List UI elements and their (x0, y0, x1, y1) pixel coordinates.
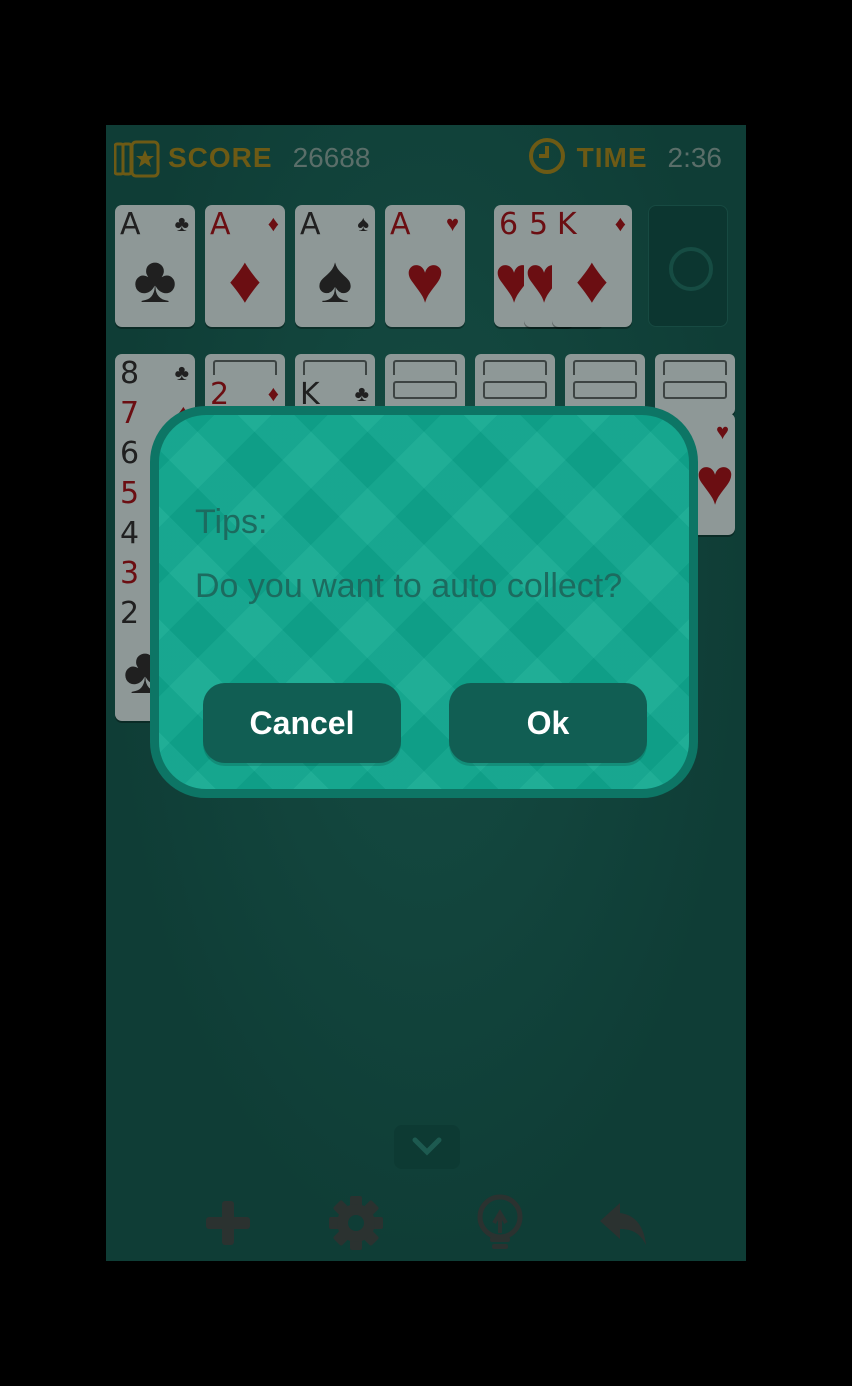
new-game-button[interactable] (198, 1193, 258, 1253)
dialog-title: Tips: (195, 503, 268, 541)
undo-button[interactable] (594, 1193, 654, 1253)
score-cards-icon (113, 140, 160, 178)
card-suit-large: ♥ (695, 444, 735, 518)
card-rank: A (210, 207, 231, 242)
foundation-card-spades[interactable]: A ♠ ♠ (295, 205, 375, 327)
chevron-down-icon (410, 1133, 444, 1164)
card-rank: A (390, 207, 411, 242)
time-value: 2:36 (667, 142, 723, 173)
time-label: TIME (576, 142, 648, 173)
card-rank: A (300, 207, 321, 242)
card-rank: 8 (120, 356, 140, 391)
card-rank: 4 (120, 516, 140, 551)
card-rank: 3 (120, 556, 140, 591)
card-suit-small: ♠ (357, 211, 369, 236)
card-suit-large: ♦ (575, 242, 609, 316)
dialog-message: Do you want to auto collect? (195, 567, 623, 605)
foundation-card-hearts[interactable]: A ♥ ♥ (385, 205, 465, 327)
card-suit-small: ♥ (715, 419, 729, 444)
card-rank: 7 (120, 396, 140, 431)
card-suit-small: ♦ (267, 211, 279, 236)
hint-button[interactable] (470, 1193, 530, 1253)
recycle-icon (669, 247, 713, 291)
time-display: TIME 2:36 (527, 135, 722, 181)
card-rank: K (557, 207, 577, 242)
card-back (655, 375, 735, 415)
collapse-toolbar-button[interactable] (394, 1125, 460, 1169)
settings-button[interactable] (326, 1193, 386, 1253)
gear-icon (326, 1196, 386, 1257)
ok-button[interactable]: Ok (449, 683, 647, 763)
card-suit-small: ♥ (445, 211, 459, 236)
stock-pile-empty[interactable] (648, 205, 728, 327)
card-suit-small: ♣ (354, 381, 369, 406)
score-value: 26688 (292, 142, 371, 173)
lightbulb-icon (470, 1194, 530, 1257)
score-display: SCORE 26688 (113, 135, 371, 181)
card-rank: 6 (499, 207, 519, 242)
card-suit-large: ♦ (228, 242, 262, 316)
card-suit-small: ♣ (174, 360, 189, 385)
card-suit-small: ♣ (174, 211, 189, 236)
cancel-button[interactable]: Cancel (203, 683, 401, 763)
card-rank: A (120, 207, 141, 242)
foundation-card-diamonds[interactable]: A ♦ ♦ (205, 205, 285, 327)
waste-top-card[interactable]: K ♦ ♦ (552, 205, 632, 327)
foundation-card-clubs[interactable]: A ♣ ♣ (115, 205, 195, 327)
card-suit-large: ♠ (317, 242, 353, 316)
clock-icon (527, 136, 567, 181)
auto-collect-dialog: Tips: Do you want to auto collect? Cance… (150, 406, 698, 798)
card-rank: 2 (120, 596, 140, 631)
score-label: SCORE (168, 142, 273, 173)
card-suit-large: ♥ (405, 242, 445, 316)
undo-icon (594, 1203, 654, 1257)
card-suit-large: ♣ (133, 242, 177, 316)
plus-icon (198, 1201, 258, 1257)
card-rank: 5 (529, 207, 549, 242)
card-suit-small: ♦ (267, 381, 279, 406)
card-rank: 6 (120, 436, 140, 471)
card-rank: 5 (120, 476, 140, 511)
card-suit-small: ♦ (614, 211, 626, 236)
